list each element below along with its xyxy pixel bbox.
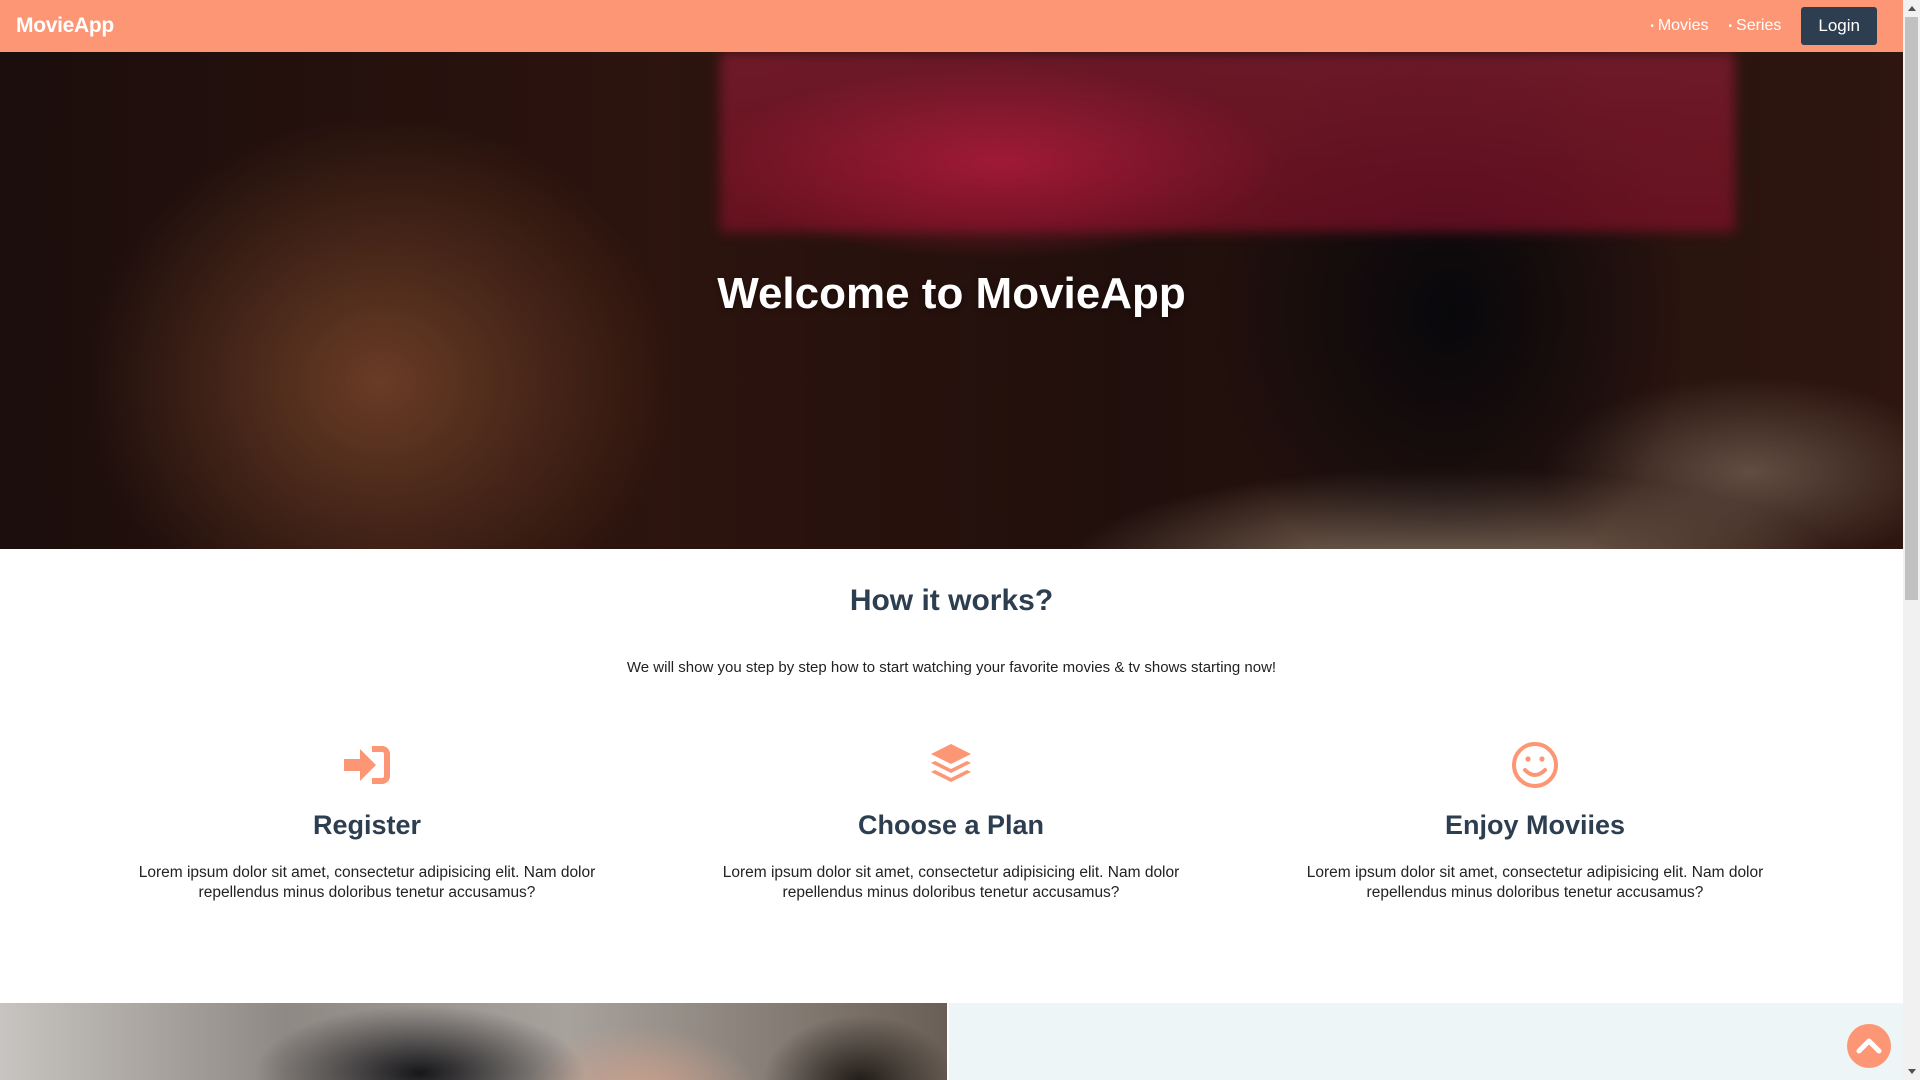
feature-panel bbox=[949, 1003, 1903, 1080]
smile-icon bbox=[1295, 735, 1775, 795]
nav-link-movies-label: Movies bbox=[1657, 17, 1709, 34]
nav-links: • Movies • Series Login bbox=[1650, 7, 1887, 45]
nav-link-series[interactable]: • Series bbox=[1729, 17, 1782, 35]
feature-image bbox=[0, 1003, 947, 1080]
step-title: Enjoy Moviies bbox=[1444, 810, 1626, 840]
nav-bullet: • bbox=[1650, 20, 1654, 32]
login-button[interactable]: Login bbox=[1801, 7, 1877, 45]
step-title: Register bbox=[312, 810, 422, 840]
page: MovieApp • Movies • Series Login Welcome… bbox=[0, 0, 1903, 1080]
chevron-up-icon bbox=[1856, 1036, 1882, 1056]
layers-icon bbox=[711, 735, 1191, 795]
scrollbar-thumb[interactable] bbox=[1905, 17, 1918, 600]
nav-link-movies[interactable]: • Movies bbox=[1650, 17, 1708, 35]
sign-in-icon bbox=[127, 735, 607, 795]
step-register: Register Lorem ipsum dolor sit amet, con… bbox=[127, 735, 607, 903]
navbar: MovieApp • Movies • Series Login bbox=[0, 0, 1903, 52]
vertical-scrollbar[interactable] bbox=[1903, 0, 1920, 1080]
scroll-to-top-button[interactable] bbox=[1847, 1024, 1891, 1068]
hero-title: Welcome to MovieApp bbox=[717, 269, 1186, 318]
step-description: Lorem ipsum dolor sit amet, consectetur … bbox=[722, 864, 1180, 901]
brand-logo[interactable]: MovieApp bbox=[16, 14, 114, 38]
section-subtitle: We will show you step by step how to sta… bbox=[626, 659, 1277, 676]
nav-bullet: • bbox=[1728, 20, 1733, 32]
step-description: Lorem ipsum dolor sit amet, consectetur … bbox=[138, 864, 596, 901]
step-choose-plan: Choose a Plan Lorem ipsum dolor sit amet… bbox=[711, 735, 1191, 903]
scroll-down-arrow[interactable] bbox=[1903, 1063, 1920, 1080]
section-title: How it works? bbox=[849, 584, 1054, 617]
hero-banner: Welcome to MovieApp bbox=[0, 52, 1903, 549]
step-enjoy: Enjoy Moviies Lorem ipsum dolor sit amet… bbox=[1295, 735, 1775, 903]
step-title: Choose a Plan bbox=[857, 810, 1045, 840]
step-description: Lorem ipsum dolor sit amet, consectetur … bbox=[1306, 864, 1764, 901]
scroll-up-arrow[interactable] bbox=[1903, 0, 1920, 17]
nav-link-series-label: Series bbox=[1736, 17, 1782, 34]
